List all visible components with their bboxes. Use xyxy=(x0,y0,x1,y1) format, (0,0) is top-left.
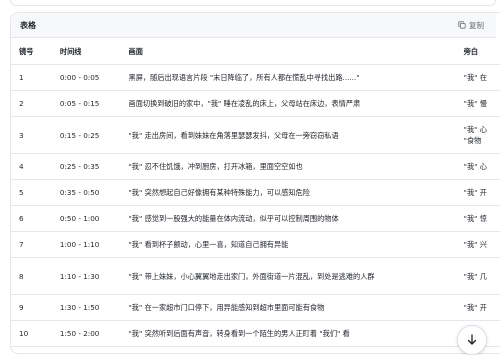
cell-timeline: 1:00 - 1:10 xyxy=(51,231,121,258)
cell-shot-number: 5 xyxy=(11,179,52,206)
cell-shot-number: 7 xyxy=(11,231,52,258)
panel-title: 表格 xyxy=(20,20,36,30)
copy-icon xyxy=(458,21,466,29)
cell-scene: "我" 带上妹妹，小心翼翼地走出家门，外面街道一片混乱，到处是逃难的人群 xyxy=(120,257,456,295)
cell-timeline: 0:35 - 0:50 xyxy=(51,179,121,206)
cell-timeline: 0:25 - 0:35 xyxy=(51,153,121,180)
table-row: 6 0:50 - 1:00 "我" 感觉到一股强大的能量在体内流动，似乎可以控制… xyxy=(11,205,500,232)
cell-narration: "我" 慢 xyxy=(455,90,500,117)
cell-scene: "我" 忍不住饥饿，冲到厨房，打开冰箱，里面空空如也 xyxy=(120,153,456,180)
cell-scene: "我" 看到杯子颤动，心里一喜，知道自己拥有异能 xyxy=(120,231,456,258)
table-row: 8 1:10 - 1:30 "我" 带上妹妹，小心翼翼地走出家门，外面街道一片混… xyxy=(11,257,500,295)
cell-timeline: 0:50 - 1:00 xyxy=(51,205,121,232)
table-row: 7 1:00 - 1:10 "我" 看到杯子颤动，心里一喜，知道自己拥有异能 "… xyxy=(11,231,500,258)
cell-narration: "我" 惊 xyxy=(455,205,500,232)
copy-button[interactable]: 复制 xyxy=(458,20,484,31)
cell-timeline: 0:00 - 0:05 xyxy=(51,64,121,91)
table-row: 1 0:00 - 0:05 黑屏，随后出现语言片段 "末日降临了，所有人都在慌乱… xyxy=(11,64,500,91)
cell-narration: "我" 开 xyxy=(455,179,500,206)
table-row: 4 0:25 - 0:35 "我" 忍不住饥饿，冲到厨房，打开冰箱，里面空空如也… xyxy=(11,153,500,180)
cell-narration: "我" 在 xyxy=(455,64,500,91)
cell-scene: "我" 走出房间，看到妹妹在角落里瑟瑟发抖，父母在一旁窃窃私语 xyxy=(120,116,456,154)
cell-shot-number: 9 xyxy=(11,294,52,321)
table-panel: 表格 复制 镜号 时间线 画面 旁白 1 0:00 - 0:05 黑屏，随后出现… xyxy=(10,12,500,354)
header-timeline: 时间线 xyxy=(51,38,121,65)
cell-narration: "我" 兴 xyxy=(455,231,500,258)
cell-narration: "我" 开 xyxy=(455,294,500,321)
cell-timeline: 1:30 - 1:50 xyxy=(51,294,121,321)
table-row: 2 0:05 - 0:15 画面切换到破旧的家中，"我" 睡在凌乱的床上，父母站… xyxy=(11,90,500,117)
cell-timeline: 1:10 - 1:30 xyxy=(51,257,121,295)
previous-block-edge xyxy=(10,0,496,6)
cell-narration: "我" 几 xyxy=(455,257,500,295)
header-scene: 画面 xyxy=(120,38,456,65)
table-header-row: 镜号 时间线 画面 旁白 xyxy=(11,38,500,65)
header-shot-number: 镜号 xyxy=(11,38,52,65)
header-narration: 旁白 xyxy=(455,38,500,65)
cell-narration: "我" 心 "食物 xyxy=(455,116,500,154)
cell-shot-number: 2 xyxy=(11,90,52,117)
table-row: 3 0:15 - 0:25 "我" 走出房间，看到妹妹在角落里瑟瑟发抖，父母在一… xyxy=(11,116,500,154)
cell-shot-number: 4 xyxy=(11,153,52,180)
data-table: 镜号 时间线 画面 旁白 1 0:00 - 0:05 黑屏，随后出现语言片段 "… xyxy=(11,38,500,347)
arrow-down-icon xyxy=(467,334,477,345)
copy-label: 复制 xyxy=(469,20,484,30)
cell-shot-number: 3 xyxy=(11,116,52,154)
cell-timeline: 0:05 - 0:15 xyxy=(51,90,121,117)
table-row: 9 1:30 - 1:50 "我" 在一家超市门口停下，用异能感知到超市里面可能… xyxy=(11,294,500,321)
cell-shot-number: 1 xyxy=(11,64,52,91)
cell-timeline: 0:15 - 0:25 xyxy=(51,116,121,154)
cell-scene: 黑屏，随后出现语言片段 "末日降临了，所有人都在慌乱中寻找出路......" xyxy=(120,64,456,91)
cell-scene: 画面切换到破旧的家中，"我" 睡在凌乱的床上，父母站在床边，表情严肃 xyxy=(120,90,456,117)
cell-shot-number: 8 xyxy=(11,257,52,295)
table-row: 5 0:35 - 0:50 "我" 突然想起自己好像拥有某种特殊能力，可以感知危… xyxy=(11,179,500,206)
table-panel-header: 表格 复制 xyxy=(11,13,496,38)
cell-scene: "我" 在一家超市门口停下，用异能感知到超市里面可能有食物 xyxy=(120,294,456,321)
cell-scene: "我" 感觉到一股强大的能量在体内流动，似乎可以控制周围的物体 xyxy=(120,205,456,232)
cell-scene: "我" 突然想起自己好像拥有某种特殊能力，可以感知危险 xyxy=(120,179,456,206)
cell-narration: "我" 心 xyxy=(455,153,500,180)
cell-shot-number: 6 xyxy=(11,205,52,232)
scroll-to-bottom-button[interactable] xyxy=(457,325,487,355)
